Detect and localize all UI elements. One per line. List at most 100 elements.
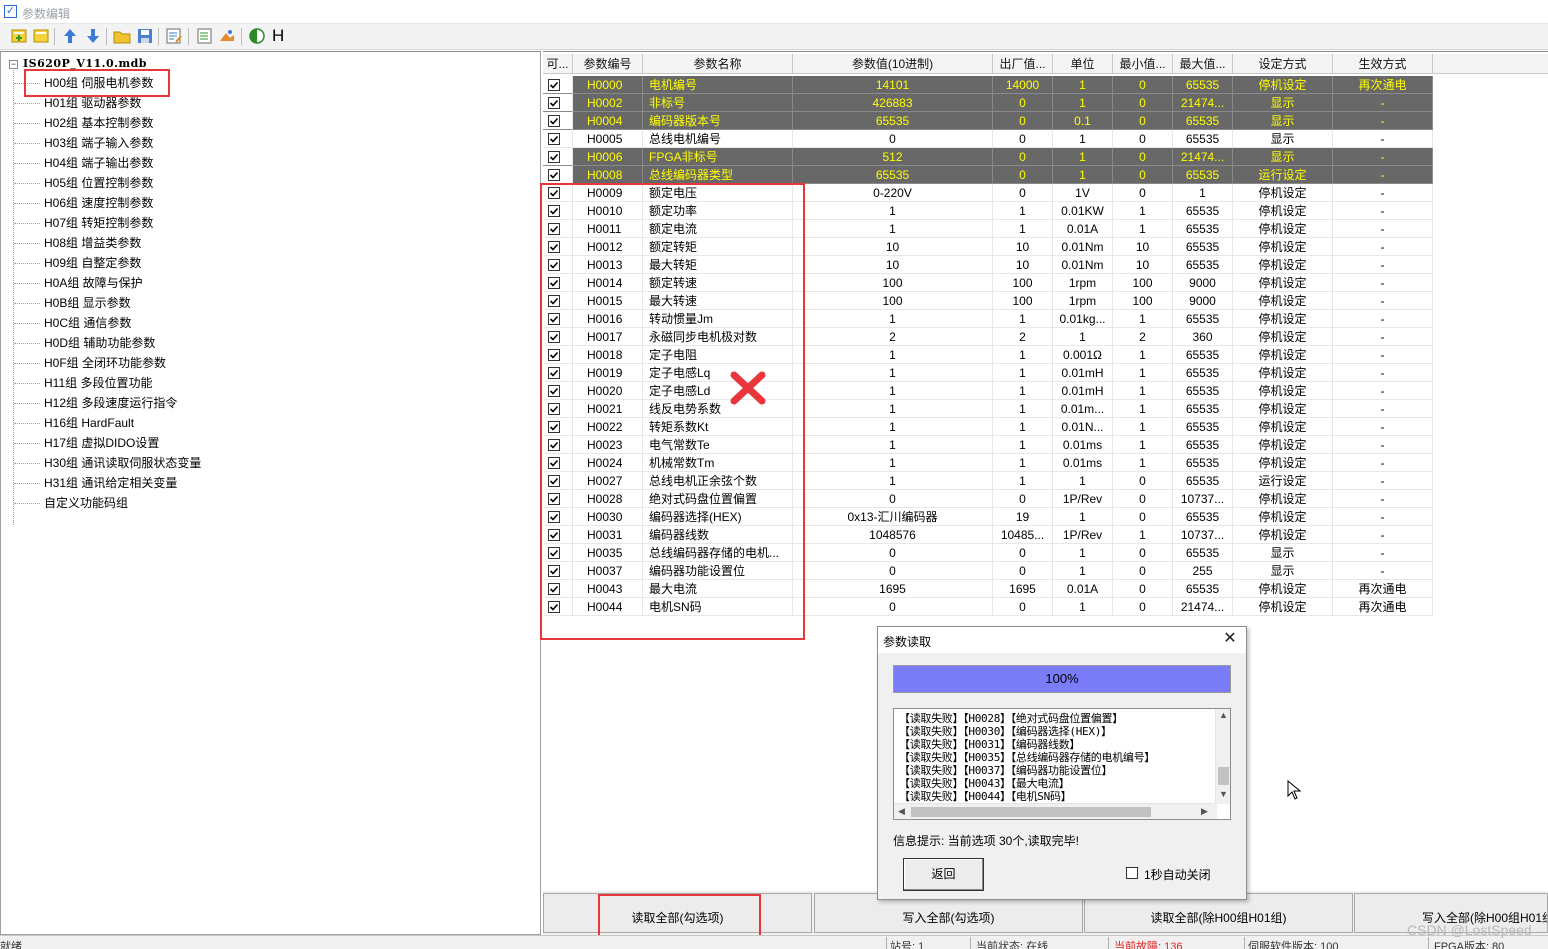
table-cell: H0008 (573, 166, 643, 184)
tree-item[interactable]: H0B组 显示参数 (14, 294, 131, 312)
auto-close-checkbox[interactable] (1126, 867, 1138, 879)
column-header[interactable]: 参数值(10进制) (793, 54, 993, 74)
tree-item[interactable]: H05组 位置控制参数 (13, 174, 153, 192)
tree-item[interactable]: H02组 基本控制参数 (13, 114, 153, 132)
table-cell: 显示 (1233, 94, 1333, 112)
tree-item[interactable]: H30组 通讯读取伺服状态变量 (13, 454, 201, 472)
highlight-read-button (598, 894, 761, 940)
table-header: 可... 参数编号 参数名称 参数值(10进制) 出厂值... 单位 最小值... 最大值..… (543, 54, 1548, 74)
table-cell: 65535 (1173, 166, 1233, 184)
move-down-icon[interactable] (84, 27, 102, 45)
row-checkbox[interactable] (548, 169, 560, 181)
tree-item[interactable]: H0A组 故障与保护 (14, 274, 143, 292)
tree-item[interactable]: H16组 HardFault (13, 414, 134, 432)
table-cell: 0 (993, 112, 1053, 130)
folder-open-icon[interactable] (113, 27, 131, 45)
table-row[interactable]: H0005 总线电机编号 0 0 1 0 65535 显示 - (543, 130, 1548, 148)
table-cell: 1 (1113, 346, 1173, 364)
save-icon[interactable] (136, 27, 154, 45)
column-header[interactable]: 可... (543, 54, 573, 74)
scroll-right-icon[interactable]: ▶ (1201, 806, 1208, 817)
column-header[interactable]: 出厂值... (993, 54, 1053, 74)
table-cell: H0005 (573, 130, 643, 148)
tree-item[interactable]: H0C组 通信参数 (13, 314, 131, 332)
scroll-left-icon[interactable]: ◀ (898, 806, 905, 817)
export-icon[interactable] (196, 27, 214, 45)
move-up-icon[interactable] (61, 27, 79, 45)
new-item-icon[interactable] (10, 27, 28, 45)
table-cell: - (1333, 148, 1433, 166)
table-cell: 65535 (1173, 472, 1233, 490)
row-checkbox[interactable] (548, 115, 560, 127)
table-cell: 1 (993, 346, 1053, 364)
table-cell: 100 (1113, 292, 1173, 310)
open-item-icon[interactable] (32, 27, 50, 45)
column-header[interactable]: 最大值... (1173, 54, 1233, 74)
table-cell: 426883 (793, 94, 993, 112)
tree-item[interactable]: H07组 转矩控制参数 (13, 214, 153, 232)
column-header[interactable]: 最小值... (1113, 54, 1173, 74)
contrast-icon[interactable] (248, 27, 266, 45)
table-cell: 19 (993, 508, 1053, 526)
table-cell: 1rpm (1053, 274, 1113, 292)
edit-params-icon[interactable] (165, 27, 183, 45)
column-header[interactable]: 设定方式 (1233, 54, 1333, 74)
row-checkbox[interactable] (548, 97, 560, 109)
log-horizontal-scrollbar[interactable]: ◀ ▶ (894, 803, 1217, 819)
table-cell: H0002 (573, 94, 643, 112)
column-header[interactable]: 参数编号 (573, 54, 643, 74)
table-cell: 65535 (1173, 256, 1233, 274)
progress-label: 100% (1045, 671, 1079, 686)
table-row[interactable]: H0002 非标号 426883 0 1 0 21474... 显示 - (543, 94, 1548, 112)
tree-item[interactable]: H09组 自整定参数 (13, 254, 141, 272)
table-cell: 1 (1113, 310, 1173, 328)
table-cell: - (1333, 508, 1433, 526)
table-cell: 1 (793, 220, 993, 238)
tree-item[interactable]: H04组 端子输出参数 (13, 154, 153, 172)
table-row[interactable]: H0000 电机编号 14101 14000 1 0 65535 停机设定 再次通电 (543, 76, 1548, 94)
column-header[interactable]: 生效方式 (1333, 54, 1433, 74)
table-cell: 显示 (1233, 112, 1333, 130)
tree-item[interactable]: H0D组 辅助功能参数 (13, 334, 155, 352)
dialog-title: 参数读取 (883, 635, 932, 649)
table-cell: - (1333, 292, 1433, 310)
table-cell: 1 (1053, 94, 1113, 112)
tree-item[interactable]: H0F组 全闭环功能参数 (13, 354, 166, 372)
table-row[interactable]: H0006 FPGA非标号 512 0 1 0 21474... 显示 - (543, 148, 1548, 166)
dialog-title-bar: 参数读取 ✕ (878, 627, 1246, 653)
tree-item[interactable]: H03组 端子输入参数 (13, 134, 153, 152)
table-cell: 0 (993, 562, 1053, 580)
import-icon[interactable] (218, 27, 236, 45)
table-cell: 21474... (1173, 148, 1233, 166)
read-log[interactable]: 【读取失败】【H0028】【绝对式码盘位置偏置】 【读取失败】【H0030】【编码… (893, 708, 1231, 820)
table-cell: 0 (993, 184, 1053, 202)
column-header[interactable]: 单位 (1053, 54, 1113, 74)
tree-item[interactable]: H11组 多段位置功能 (13, 374, 152, 392)
scroll-down-icon[interactable]: ▼ (1219, 789, 1228, 799)
log-vertical-scrollbar[interactable]: ▲ ▼ (1215, 709, 1230, 804)
tree-item[interactable]: H06组 速度控制参数 (13, 194, 153, 212)
table-cell: 再次通电 (1333, 580, 1433, 598)
status-ready: 就绪 (0, 941, 22, 949)
table-cell: 1 (993, 472, 1053, 490)
tree-item[interactable]: H08组 增益类参数 (13, 234, 141, 252)
row-checkbox[interactable] (548, 151, 560, 163)
tree-item[interactable]: H31组 通讯给定相关变量 (13, 474, 177, 492)
close-icon[interactable]: ✕ (1221, 630, 1239, 648)
table-row[interactable]: H0004 编码器版本号 65535 0 0.1 0 65535 显示 - (543, 112, 1548, 130)
tree-item[interactable]: 自定义功能码组 (13, 494, 128, 512)
table-cell: 1 (1053, 544, 1113, 562)
return-button[interactable]: 返回 (903, 858, 984, 891)
table-cell: 9000 (1173, 274, 1233, 292)
scroll-up-icon[interactable]: ▲ (1219, 710, 1228, 720)
row-checkbox[interactable] (548, 79, 560, 91)
column-header[interactable]: 参数名称 (643, 54, 793, 74)
row-checkbox[interactable] (548, 133, 560, 145)
collapse-icon[interactable]: − (9, 60, 18, 69)
table-cell: 14000 (993, 76, 1053, 94)
tree-item[interactable]: H17组 虚拟DIDO设置 (13, 434, 159, 452)
tree-item[interactable]: H12组 多段速度运行指令 (13, 394, 177, 412)
table-row[interactable]: H0008 总线编码器类型 65535 0 1 0 65535 运行设定 - (543, 166, 1548, 184)
mouse-cursor-icon (1287, 780, 1301, 800)
h-mode-button[interactable]: H (272, 26, 284, 46)
